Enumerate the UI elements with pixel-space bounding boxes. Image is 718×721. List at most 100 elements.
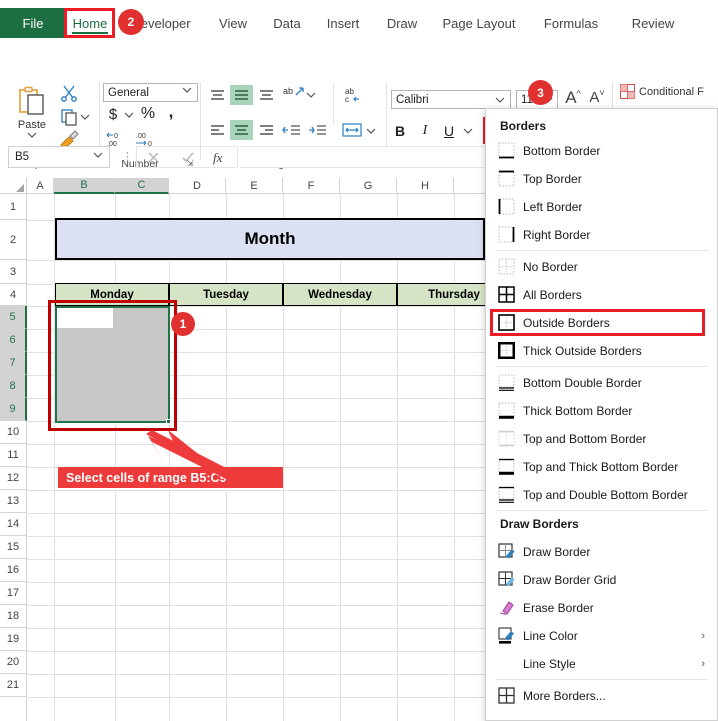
tab-view[interactable]: View <box>210 8 256 38</box>
menu-item-top-and-thick-bottom-border[interactable]: Top and Thick Bottom Border <box>486 454 717 479</box>
row-header-6[interactable]: 6 <box>0 329 27 352</box>
tab-insert[interactable]: Insert <box>318 8 368 38</box>
enter-icon[interactable] <box>181 151 195 164</box>
row-header-7[interactable]: 7 <box>0 352 27 375</box>
cell-tuesday[interactable]: Tuesday <box>169 283 283 306</box>
row-header-21[interactable]: 21 <box>0 674 27 697</box>
row-header-2[interactable]: 2 <box>0 220 27 260</box>
column-header-H[interactable]: H <box>397 178 454 194</box>
comma-format-button[interactable]: , <box>164 102 178 122</box>
column-header-A[interactable]: A <box>27 178 54 194</box>
menu-item-left-border[interactable]: Left Border <box>486 194 717 219</box>
menu-item-line-style[interactable]: Line Style › <box>486 651 717 676</box>
tab-data[interactable]: Data <box>264 8 310 38</box>
name-box[interactable]: B5 <box>8 146 110 168</box>
row-header-17-label: 17 <box>6 587 20 599</box>
orientation-chevron-down-icon[interactable] <box>306 92 316 99</box>
cancel-icon[interactable] <box>147 151 160 164</box>
column-header-E[interactable]: E <box>226 178 283 194</box>
row-header-8[interactable]: 8 <box>0 375 27 398</box>
menu-item-thick-outside-borders[interactable]: Thick Outside Borders <box>486 338 717 363</box>
number-format-select[interactable]: General <box>103 83 198 102</box>
column-header-B[interactable]: B <box>54 178 115 194</box>
menu-item-top-and-bottom-border[interactable]: Top and Bottom Border <box>486 426 717 451</box>
row-header-9[interactable]: 9 <box>0 398 27 421</box>
menu-item-right-border[interactable]: Right Border <box>486 222 717 247</box>
menu-item-erase-border[interactable]: Erase Border <box>486 595 717 620</box>
orientation-icon[interactable]: ab <box>283 85 305 105</box>
row-header-22[interactable] <box>0 697 27 721</box>
cell-wednesday[interactable]: Wednesday <box>283 283 397 306</box>
tab-file[interactable]: File <box>0 8 66 38</box>
copy-chevron-down-icon[interactable] <box>80 114 90 121</box>
bold-button[interactable]: B <box>393 123 407 139</box>
row-header-4[interactable]: 4 <box>0 284 27 306</box>
row-header-12[interactable]: 12 <box>0 467 27 490</box>
paste-button[interactable]: Paste <box>10 86 54 144</box>
row-header-19[interactable]: 19 <box>0 628 27 651</box>
tab-draw[interactable]: Draw <box>378 8 426 38</box>
menu-item-top-border[interactable]: Top Border <box>486 166 717 191</box>
wrap-text-icon[interactable]: ab c <box>343 86 363 104</box>
borders-dropdown-menu[interactable]: Borders Bottom Border Top Border Left Bo… <box>485 108 718 721</box>
italic-button[interactable]: I <box>418 123 432 139</box>
increase-indent-icon[interactable] <box>308 123 327 137</box>
tab-review[interactable]: Review <box>618 8 688 38</box>
menu-item-all-borders[interactable]: All Borders <box>486 282 717 307</box>
currency-chevron-down-icon[interactable] <box>124 112 134 119</box>
column-header-G[interactable]: G <box>340 178 397 194</box>
line-color-icon <box>498 627 514 644</box>
currency-format-button[interactable]: $ <box>106 106 120 123</box>
decrease-indent-icon[interactable] <box>282 123 301 137</box>
column-header-D[interactable]: D <box>169 178 226 194</box>
decrease-font-size-button[interactable]: A˅ <box>587 88 607 106</box>
menu-item-top-and-double-bottom-border[interactable]: Top and Double Bottom Border <box>486 482 717 507</box>
percent-format-button[interactable]: % <box>140 105 156 123</box>
row-header-20[interactable]: 20 <box>0 651 27 674</box>
align-middle-button[interactable] <box>230 85 253 105</box>
insert-function-icon[interactable]: fx <box>213 150 222 166</box>
row-header-14-label: 14 <box>6 518 20 530</box>
row-header-1[interactable]: 1 <box>0 194 27 220</box>
row-header-3[interactable]: 3 <box>0 260 27 284</box>
select-all-corner[interactable] <box>0 178 27 194</box>
menu-item-line-color[interactable]: Line Color › <box>486 623 717 648</box>
row-header-15[interactable]: 15 <box>0 536 27 559</box>
cell-month-title[interactable]: Month <box>55 218 485 260</box>
row-header-18[interactable]: 18 <box>0 605 27 628</box>
tab-page-layout[interactable]: Page Layout <box>434 8 524 38</box>
row-header-13[interactable]: 13 <box>0 490 27 513</box>
menu-item-draw-border[interactable]: Draw Border <box>486 539 717 564</box>
align-right-icon[interactable] <box>258 123 275 137</box>
row-header-11[interactable]: 11 <box>0 444 27 467</box>
menu-item-more-borders[interactable]: More Borders... <box>486 683 717 708</box>
scissors-icon[interactable] <box>60 84 78 102</box>
underline-button[interactable]: U <box>442 123 456 139</box>
formula-bar-overflow-icon[interactable]: ⋮ <box>122 150 133 163</box>
font-name-select[interactable]: Calibri <box>391 90 511 109</box>
merge-chevron-down-icon[interactable] <box>366 128 376 135</box>
row-header-14[interactable]: 14 <box>0 513 27 536</box>
menu-item-bottom-double-border[interactable]: Bottom Double Border <box>486 370 717 395</box>
conditional-formatting-button[interactable]: Conditional F <box>620 84 704 99</box>
menu-item-draw-border-grid[interactable]: Draw Border Grid <box>486 567 717 592</box>
row-header-10[interactable]: 10 <box>0 421 27 444</box>
align-center-button[interactable] <box>230 120 253 140</box>
column-header-C[interactable]: C <box>115 178 169 194</box>
row-header-17[interactable]: 17 <box>0 582 27 605</box>
align-left-icon[interactable] <box>209 123 226 137</box>
copy-icon[interactable] <box>60 108 78 126</box>
align-top-icon[interactable] <box>209 88 226 102</box>
row-header-16[interactable]: 16 <box>0 559 27 582</box>
menu-item-thick-bottom-border-label: Thick Bottom Border <box>523 403 633 418</box>
column-header-F[interactable]: F <box>283 178 340 194</box>
align-bottom-icon[interactable] <box>258 88 275 102</box>
increase-font-size-button[interactable]: A^ <box>563 88 583 108</box>
merge-and-center-icon[interactable] <box>342 122 362 139</box>
row-header-5[interactable]: 5 <box>0 306 27 329</box>
menu-item-bottom-border[interactable]: Bottom Border <box>486 138 717 163</box>
underline-chevron-down-icon[interactable] <box>463 128 473 135</box>
menu-item-no-border[interactable]: No Border <box>486 254 717 279</box>
tab-formulas[interactable]: Formulas <box>532 8 610 38</box>
menu-item-thick-bottom-border[interactable]: Thick Bottom Border <box>486 398 717 423</box>
